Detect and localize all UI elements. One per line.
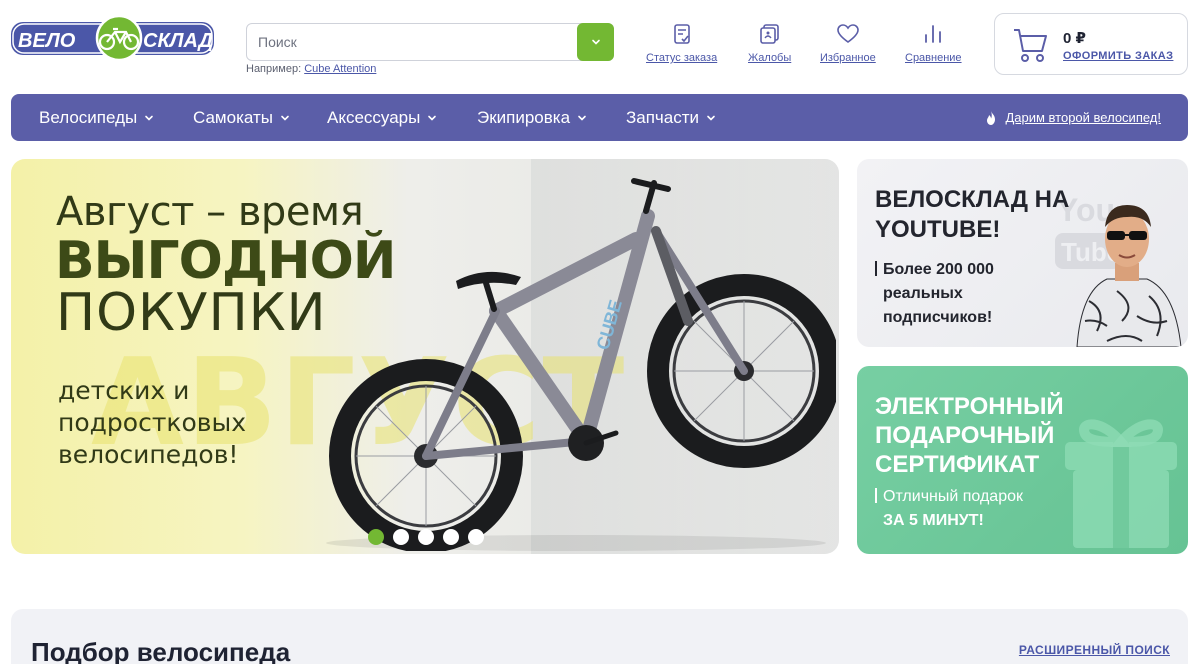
nav-item-equipment[interactable]: Экипировка: [477, 94, 587, 141]
page: ВЕЛО СКЛАД Например: Cube Attention Стат…: [0, 0, 1200, 664]
order-status-label: Статус заказа: [646, 52, 718, 64]
chevron-down-icon: [428, 115, 437, 121]
gift-certificate-banner[interactable]: ЭЛЕКТРОННЫЙ ПОДАРОЧНЫЙ СЕРТИФИКАТ Отличн…: [857, 366, 1188, 554]
chevron-down-icon: [281, 115, 289, 121]
chevron-down-icon: [707, 115, 715, 121]
search-example-link[interactable]: Cube Attention: [304, 63, 376, 75]
complaints-icon: [759, 24, 779, 44]
search-box: [246, 23, 614, 61]
youtube-sub-line1: Более 200 000: [883, 261, 994, 278]
main-nav: Велосипеды Самокаты Аксессуары Экипировк…: [11, 94, 1188, 141]
nav-item-accessories[interactable]: Аксессуары: [327, 94, 437, 141]
heart-icon: [837, 24, 859, 43]
nav-item-label: Велосипеды: [39, 107, 138, 127]
fire-icon: [987, 110, 996, 125]
order-status-link[interactable]: Статус заказа: [646, 22, 717, 66]
bike-picker-section: Подбор велосипеда РАСШИРЕННЫЙ ПОИСК: [11, 609, 1188, 664]
complaints-link[interactable]: Жалобы: [748, 22, 791, 66]
gift-title: ЭЛЕКТРОННЫЙ ПОДАРОЧНЫЙ СЕРТИФИКАТ: [875, 393, 1064, 478]
nav-item-scooters[interactable]: Самокаты: [193, 94, 290, 141]
slider-dots: [368, 529, 484, 545]
chevron-down-icon: [145, 115, 154, 121]
blogger-photo: [1076, 205, 1182, 347]
picker-title: Подбор велосипеда: [31, 637, 291, 664]
complaints-label: Жалобы: [748, 52, 792, 64]
promo-label: Дарим второй велосипед!: [1005, 110, 1161, 125]
slider-dot[interactable]: [418, 529, 434, 545]
search-input[interactable]: [247, 24, 577, 60]
chevron-down-icon: [591, 39, 600, 45]
youtube-subtitle: Более 200 000 реальных подписчиков!: [875, 258, 1075, 330]
bicycle-image: CUBE: [326, 178, 836, 551]
order-status-icon: [673, 24, 690, 44]
cart-sum: 0 ₽: [1063, 30, 1086, 47]
youtube-sub-line2: реальных подписчиков!: [883, 285, 993, 326]
logo-right-text: СКЛАД: [143, 30, 213, 52]
compare-icon: [925, 25, 942, 43]
slider-dot[interactable]: [468, 529, 484, 545]
search-dropdown-button[interactable]: [577, 23, 614, 61]
nav-item-bikes[interactable]: Велосипеды: [39, 94, 154, 141]
youtube-title: ВЕЛОСКЛАД НА YOUTUBE!: [875, 186, 1070, 243]
logo-left-text: ВЕЛО: [18, 30, 76, 52]
nav-item-parts[interactable]: Запчасти: [626, 94, 716, 141]
slider-dot[interactable]: [393, 529, 409, 545]
nav-item-label: Запчасти: [626, 107, 700, 127]
nav-item-label: Экипировка: [477, 107, 571, 127]
compare-label: Сравнение: [905, 52, 962, 64]
search-example-prefix: Например:: [246, 63, 302, 75]
chevron-down-icon: [578, 115, 586, 121]
hero-subline: детских и подростковых велосипедов!: [58, 376, 247, 469]
youtube-banner[interactable]: You Tube ВЕЛОСКЛАД НА YOUTUBE! Более 200…: [857, 159, 1188, 347]
nav-item-label: Аксессуары: [327, 107, 421, 127]
nav-item-label: Самокаты: [193, 107, 273, 127]
search-example: Например: Cube Attention: [246, 63, 376, 75]
gift-sub-line2: ЗА 5 МИНУТ!: [883, 512, 984, 529]
cart-icon: [1014, 29, 1047, 62]
hero-slider[interactable]: АВГУСТ Август – время ВЫГОДНОЙ ПОКУПКИ д…: [11, 159, 839, 554]
gift-sub-line1: Отличный подарок: [883, 488, 1023, 505]
hero-headline-3: ПОКУПКИ: [56, 283, 327, 343]
checkout-link[interactable]: ОФОРМИТЬ ЗАКАЗ: [1063, 50, 1173, 62]
favorites-link[interactable]: Избранное: [820, 22, 876, 66]
slider-dot[interactable]: [368, 529, 384, 545]
advanced-search-link[interactable]: РАСШИРЕННЫЙ ПОИСК: [1019, 643, 1170, 657]
slider-dot[interactable]: [443, 529, 459, 545]
velosklad-logo[interactable]: ВЕЛО СКЛАД: [10, 15, 215, 61]
gift-subtitle: Отличный подарок ЗА 5 МИНУТ!: [875, 485, 1095, 533]
promo-link[interactable]: Дарим второй велосипед!: [984, 94, 1161, 141]
compare-link[interactable]: Сравнение: [905, 22, 962, 66]
favorites-label: Избранное: [820, 52, 876, 64]
cart-widget[interactable]: 0 ₽ ОФОРМИТЬ ЗАКАЗ: [994, 13, 1188, 75]
